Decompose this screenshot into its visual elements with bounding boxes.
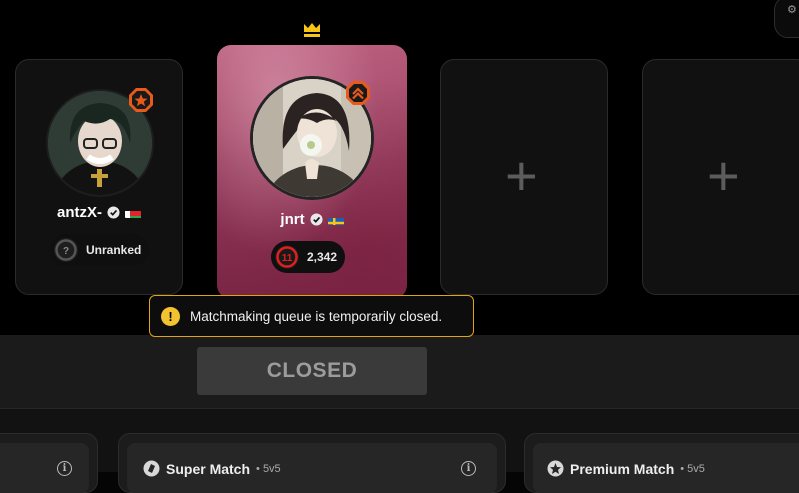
player-name-row: antzX- [16,204,182,221]
player-name-row: jnrt [217,211,407,228]
party-slot-player-2[interactable]: jnrt 11 2,342 [217,45,407,299]
elo-value: 2,342 [307,250,338,264]
madagascar-flag-icon [125,208,141,218]
sweden-flag-icon [327,215,344,225]
mode-format: • 5v5 [680,462,705,475]
add-player-icon[interactable]: + [707,148,740,204]
mode-card-inner [0,443,89,493]
rank-badge-icon [128,87,154,113]
info-icon[interactable]: i [461,461,476,476]
queue-closed-notice: ! Matchmaking queue is temporarily close… [149,295,474,337]
rank-level: ? [63,246,69,257]
party-slot-empty-2[interactable]: + [642,59,799,295]
rank-label: Unranked [86,243,142,257]
rank-level: 11 [282,253,293,264]
top-right-menu-button[interactable]: ⚙ [774,0,799,38]
notice-text: Matchmaking queue is temporarily closed. [190,308,443,324]
super-match-icon [143,460,160,477]
mode-title: Super Match [166,460,251,477]
mode-title-row: Super Match • 5v5 [143,460,281,477]
mode-card-premium-match[interactable]: Premium Match • 5v5 [524,433,799,493]
rank-level-icon: ? [54,238,78,262]
premium-match-icon [547,460,564,477]
rank-pill: ? Unranked [50,234,150,266]
mode-title-row: Premium Match • 5v5 [547,460,705,477]
mode-format: • 5v5 [256,462,281,475]
gear-icon: ⚙ [787,4,797,16]
add-player-icon[interactable]: + [505,148,538,204]
elo-pill: 11 2,342 [271,241,346,273]
mode-card-super-match[interactable]: Super Match • 5v5 i [118,433,506,493]
info-icon[interactable]: i [57,461,72,476]
rank-badge-icon [345,80,371,106]
queue-closed-button[interactable]: CLOSED [197,347,427,395]
mode-card-partial[interactable]: i [0,433,98,493]
party-slot-empty-1[interactable]: + [440,59,608,295]
warning-icon: ! [161,306,180,326]
party-slot-player-1[interactable]: antzX- ? Unranked [15,59,183,295]
player-name[interactable]: jnrt [280,211,304,228]
verified-icon [310,213,323,226]
player-name[interactable]: antzX- [57,204,102,221]
rank-level-icon: 11 [275,245,299,269]
verified-icon [107,206,120,219]
crown-icon [304,23,320,37]
mode-title: Premium Match [570,460,675,477]
